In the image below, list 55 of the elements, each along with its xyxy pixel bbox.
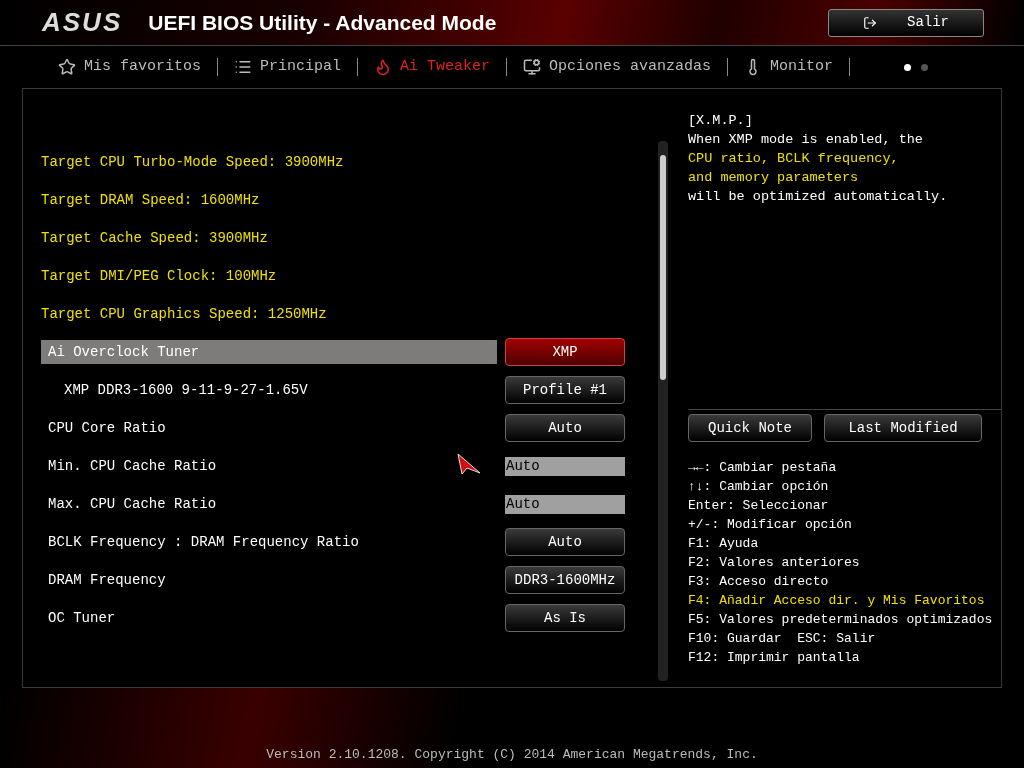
help-text-line: will be optimized automatically. xyxy=(688,188,949,206)
tab-icon xyxy=(58,58,76,76)
value-button[interactable]: XMP xyxy=(505,338,625,366)
key-hint-text: F2: Valores anteriores xyxy=(688,554,861,572)
value-field[interactable]: Auto xyxy=(505,494,625,514)
brand-logo: ASUS xyxy=(42,6,123,39)
value-button[interactable]: Auto xyxy=(505,414,625,442)
setting-label[interactable]: CPU Core Ratio xyxy=(41,416,497,440)
setting-label[interactable]: Max. CPU Cache Ratio xyxy=(41,492,497,516)
key-hint-text: F10: Guardar ESC: Salir xyxy=(688,630,877,648)
key-hint-text: F4: Añadir Acceso dir. y Mis Favoritos xyxy=(688,592,986,610)
version-text: Version 2.10.1208. Copyright (C) 2014 American Megatrends, Inc. xyxy=(266,745,758,764)
nav-tab[interactable]: Monitor xyxy=(742,55,836,79)
value-button[interactable]: Profile #1 xyxy=(505,376,625,404)
target-info-text: Target Cache Speed: 3900MHz xyxy=(41,228,268,248)
panel-button[interactable]: Last Modified xyxy=(824,414,982,442)
setting-label[interactable]: DRAM Frequency xyxy=(41,568,497,592)
key-hint-text: ↑↓: Cambiar opción xyxy=(688,478,830,496)
tab-icon xyxy=(234,58,253,76)
exit-icon xyxy=(863,15,877,30)
value-button[interactable]: As Is xyxy=(505,604,625,632)
setting-label[interactable]: Min. CPU Cache Ratio xyxy=(41,454,497,478)
help-text-line: and memory parameters xyxy=(688,169,860,187)
key-hint-text: F5: Valores predeterminados optimizados xyxy=(688,611,994,629)
value-button[interactable]: DDR3-1600MHz xyxy=(505,566,625,594)
target-info-text: Target DRAM Speed: 1600MHz xyxy=(41,190,260,210)
help-text-line: CPU ratio, BCLK frequency, xyxy=(688,150,900,168)
key-hint-text: +/-: Modificar opción xyxy=(688,516,853,534)
nav-tab[interactable]: Ai Tweaker xyxy=(372,55,493,79)
setting-label[interactable]: XMP DDR3-1600 9-11-9-27-1.65V xyxy=(41,378,497,402)
target-info-text: Target CPU Turbo-Mode Speed: 3900MHz xyxy=(41,152,344,172)
key-hint-text: F3: Acceso directo xyxy=(688,573,830,591)
setting-label[interactable]: Ai Overclock Tuner xyxy=(41,340,497,364)
scrollbar-thumb[interactable] xyxy=(660,155,666,380)
value-field[interactable]: Auto xyxy=(505,456,625,476)
setting-label[interactable]: OC Tuner xyxy=(41,606,497,630)
key-hint-text: F12: Imprimir pantalla xyxy=(688,649,861,667)
key-hint-text: F1: Ayuda xyxy=(688,535,760,553)
help-text-line: [X.M.P.] xyxy=(688,112,754,130)
nav-tab[interactable]: Opciones avanzadas xyxy=(521,55,714,79)
window-title: UEFI BIOS Utility - Advanced Mode xyxy=(148,9,497,36)
target-info-text: Target CPU Graphics Speed: 1250MHz xyxy=(41,304,327,324)
setting-label[interactable]: BCLK Frequency : DRAM Frequency Ratio xyxy=(41,530,497,554)
help-text-line: When XMP mode is enabled, the xyxy=(688,131,924,149)
exit-button[interactable]: Salir xyxy=(828,8,984,37)
key-hint-text: →←: Cambiar pestaña xyxy=(688,459,838,477)
tab-icon xyxy=(523,58,542,76)
scrollbar-track[interactable] xyxy=(658,141,668,681)
nav-tab[interactable]: Mis favoritos xyxy=(56,55,204,79)
target-info-text: Target DMI/PEG Clock: 100MHz xyxy=(41,266,277,286)
mouse-cursor-icon xyxy=(457,453,481,475)
value-button[interactable]: Auto xyxy=(505,528,625,556)
key-hint-text: Enter: Seleccionar xyxy=(688,497,830,515)
panel-button[interactable]: Quick Note xyxy=(688,414,812,442)
nav-tab[interactable]: Principal xyxy=(232,55,344,79)
